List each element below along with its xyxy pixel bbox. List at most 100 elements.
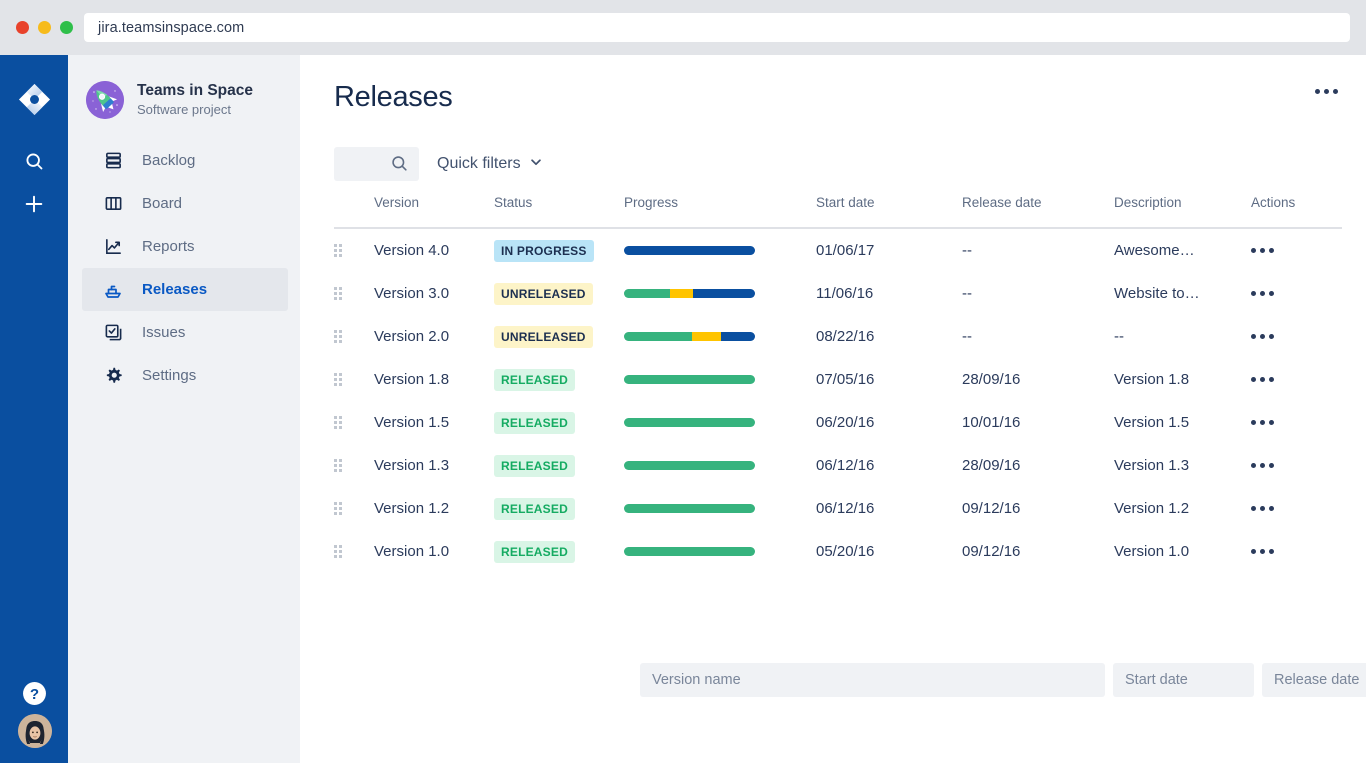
browser-chrome: jira.teamsinspace.com bbox=[0, 0, 1366, 55]
status-badge: IN PROGRESS bbox=[494, 239, 594, 262]
row-actions-button[interactable] bbox=[1251, 463, 1341, 468]
dot bbox=[1324, 89, 1329, 94]
cell-release-date: -- bbox=[962, 284, 972, 302]
column-header-actions: Actions bbox=[1251, 195, 1296, 210]
cell-version: Version 1.3 bbox=[374, 456, 450, 474]
table-row[interactable]: Version 1.8 RELEASED 07/05/16 28/09/16 Versi… bbox=[334, 358, 1342, 401]
cell-version: Version 3.0 bbox=[374, 284, 450, 302]
help-icon[interactable]: ? bbox=[0, 675, 68, 711]
drag-handle-icon[interactable] bbox=[334, 416, 342, 429]
table-row[interactable]: Version 1.2 RELEASED 06/12/16 09/12/16 Versi… bbox=[334, 487, 1342, 530]
create-icon[interactable] bbox=[0, 186, 68, 222]
progress-segment-todo bbox=[624, 246, 755, 255]
progress-segment-done bbox=[624, 289, 670, 298]
table-row[interactable]: Version 1.5 RELEASED 06/20/16 10/01/16 Versi… bbox=[334, 401, 1342, 444]
sidebar-item-releases[interactable]: Releases bbox=[82, 268, 288, 311]
drag-handle-icon[interactable] bbox=[334, 330, 342, 343]
drag-handle-icon[interactable] bbox=[334, 373, 342, 386]
cell-release-date: 10/01/16 bbox=[962, 413, 1021, 431]
search-input[interactable] bbox=[334, 147, 419, 181]
row-actions-button[interactable] bbox=[1251, 420, 1341, 425]
release-date-input[interactable] bbox=[1262, 663, 1366, 697]
dot bbox=[1333, 89, 1338, 94]
column-header-progress: Progress bbox=[624, 195, 679, 210]
row-actions-button[interactable] bbox=[1251, 248, 1341, 253]
sidebar-item-label: Releases bbox=[142, 281, 208, 298]
cell-start-date: 01/06/17 bbox=[816, 241, 875, 259]
table-row[interactable]: Version 3.0 UNRELEASED 11/06/16 -- Website t… bbox=[334, 272, 1342, 315]
page-more-actions-button[interactable] bbox=[1315, 89, 1338, 94]
sidebar-item-label: Board bbox=[142, 195, 183, 212]
cell-start-date: 07/05/16 bbox=[816, 370, 875, 388]
status-badge: RELEASED bbox=[494, 411, 575, 434]
table-row[interactable]: Version 4.0 IN PROGRESS 01/06/17 -- Awesome… bbox=[334, 229, 1342, 272]
close-window-button[interactable] bbox=[16, 21, 29, 34]
row-actions-button[interactable] bbox=[1251, 377, 1341, 382]
jira-logo-icon[interactable] bbox=[18, 83, 51, 116]
cell-description: Version 1.8 bbox=[1114, 370, 1190, 388]
drag-handle-icon[interactable] bbox=[334, 545, 342, 558]
sidebar-item-label: Reports bbox=[142, 238, 195, 255]
start-date-input[interactable] bbox=[1113, 663, 1254, 697]
row-actions-button[interactable] bbox=[1251, 291, 1341, 296]
cell-version: Version 2.0 bbox=[374, 327, 450, 345]
sidebar-item-issues[interactable]: Issues bbox=[82, 311, 288, 354]
search-icon bbox=[390, 154, 409, 178]
project-type: Software project bbox=[137, 102, 231, 118]
progress-segment-done bbox=[624, 418, 755, 427]
page-title: Releases bbox=[334, 81, 453, 113]
backlog-icon bbox=[102, 150, 124, 172]
cell-version: Version 4.0 bbox=[374, 241, 450, 259]
row-actions-button[interactable] bbox=[1251, 549, 1341, 554]
drag-handle-icon[interactable] bbox=[334, 502, 342, 515]
drag-handle-icon[interactable] bbox=[334, 287, 342, 300]
progress-bar bbox=[624, 375, 755, 384]
cell-start-date: 11/06/16 bbox=[816, 284, 874, 302]
cell-start-date: 06/12/16 bbox=[816, 456, 875, 474]
column-header-description: Description bbox=[1114, 195, 1182, 210]
version-name-input[interactable] bbox=[640, 663, 1105, 697]
sidebar-item-reports[interactable]: Reports bbox=[82, 225, 288, 268]
user-avatar[interactable] bbox=[18, 714, 52, 748]
quick-filters-dropdown[interactable]: Quick filters bbox=[437, 155, 543, 174]
cell-release-date: 09/12/16 bbox=[962, 499, 1021, 517]
releases-ship-icon bbox=[102, 279, 124, 301]
status-badge: RELEASED bbox=[494, 540, 575, 563]
cell-description: Awesome… bbox=[1114, 241, 1195, 259]
cell-version: Version 1.8 bbox=[374, 370, 450, 388]
sidebar-item-settings[interactable]: Settings bbox=[82, 354, 288, 397]
column-header-status: Status bbox=[494, 195, 533, 210]
settings-gear-icon bbox=[102, 365, 124, 387]
sidebar-item-backlog[interactable]: Backlog bbox=[82, 139, 288, 182]
row-actions-button[interactable] bbox=[1251, 506, 1341, 511]
project-header[interactable]: Teams in Space Software project bbox=[86, 81, 253, 119]
cell-release-date: 28/09/16 bbox=[962, 370, 1021, 388]
table-row[interactable]: Version 1.3 RELEASED 06/12/16 28/09/16 Versi… bbox=[334, 444, 1342, 487]
drag-handle-icon[interactable] bbox=[334, 459, 342, 472]
cell-release-date: 28/09/16 bbox=[962, 456, 1021, 474]
row-actions-button[interactable] bbox=[1251, 334, 1341, 339]
cell-start-date: 06/20/16 bbox=[816, 413, 875, 431]
progress-segment-inprogress bbox=[669, 289, 694, 298]
sidebar-nav: Backlog Board Reports Releases Issues Se… bbox=[82, 139, 288, 397]
address-bar[interactable]: jira.teamsinspace.com bbox=[84, 13, 1350, 42]
global-search-icon[interactable] bbox=[0, 143, 68, 179]
project-sidebar: Teams in Space Software project Backlog bbox=[68, 55, 300, 763]
drag-handle-icon[interactable] bbox=[334, 244, 342, 257]
cell-release-date: 09/12/16 bbox=[962, 542, 1021, 560]
maximize-window-button[interactable] bbox=[60, 21, 73, 34]
progress-segment-todo bbox=[693, 289, 755, 298]
cell-start-date: 06/12/16 bbox=[816, 499, 875, 517]
cell-description: -- bbox=[1114, 327, 1124, 345]
minimize-window-button[interactable] bbox=[38, 21, 51, 34]
sidebar-item-label: Backlog bbox=[142, 152, 196, 169]
dot bbox=[1315, 89, 1320, 94]
sidebar-item-board[interactable]: Board bbox=[82, 182, 288, 225]
progress-segment-done bbox=[624, 547, 755, 556]
releases-table: Version Status Progress Start date Relea… bbox=[334, 195, 1342, 573]
svg-text:?: ? bbox=[29, 685, 38, 702]
sidebar-item-label: Issues bbox=[142, 324, 186, 341]
table-row[interactable]: Version 2.0 UNRELEASED 08/22/16 -- -- bbox=[334, 315, 1342, 358]
table-row[interactable]: Version 1.0 RELEASED 05/20/16 09/12/16 Versi… bbox=[334, 530, 1342, 573]
table-header-row: Version Status Progress Start date Relea… bbox=[334, 195, 1342, 227]
